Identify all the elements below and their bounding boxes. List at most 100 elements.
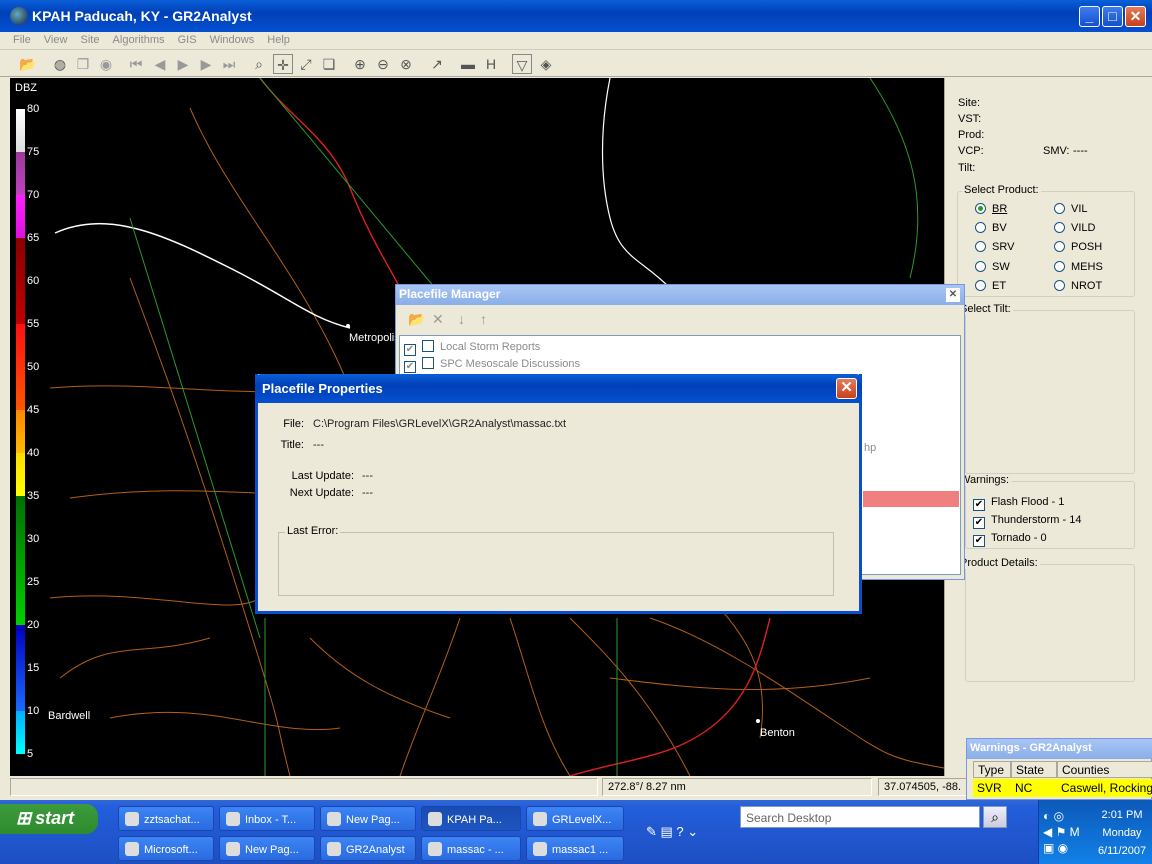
first-frame-icon[interactable]: ⏮ — [126, 54, 146, 74]
filter-icon[interactable]: ▽ — [512, 54, 532, 74]
select-product-group: Select Product: BR BV SRV SW ET VIL VILD… — [957, 184, 1135, 297]
move-up-icon[interactable]: ↑ — [480, 311, 487, 327]
dialog-title: Placefile Properties — [262, 381, 383, 396]
arrow-tool-icon[interactable]: ↗ — [427, 54, 447, 74]
placefile-row[interactable]: ✔ SPC Mesoscale Discussions — [404, 357, 580, 373]
height-icon[interactable]: H — [481, 54, 501, 74]
world-icon[interactable]: ◉ — [96, 54, 116, 74]
product-radio-srv[interactable]: SRV — [975, 241, 1014, 253]
taskbar-button[interactable]: Inbox - T... — [219, 806, 315, 831]
close-icon[interactable]: ✕ — [946, 288, 960, 302]
checkbox-icon[interactable]: ✔ — [973, 499, 985, 511]
copy-icon[interactable]: ❐ — [73, 54, 93, 74]
product-radio-br[interactable]: BR — [975, 203, 1007, 215]
dbz-tick: 35 — [27, 490, 40, 502]
product-radio-et[interactable]: ET — [975, 280, 1006, 292]
checkbox-icon[interactable]: ✔ — [973, 517, 985, 529]
tilt-label: Tilt: — [958, 162, 976, 174]
warning-state-cell[interactable]: NC — [1011, 779, 1057, 797]
dbz-tick: 25 — [27, 576, 40, 588]
table-icon[interactable]: ▬ — [458, 54, 478, 74]
zoom-out-icon[interactable]: ⊖ — [373, 54, 393, 74]
measure-icon[interactable]: ⤢ — [296, 54, 316, 74]
vcp-label: VCP: — [958, 145, 984, 157]
menu-file[interactable]: File — [8, 32, 36, 48]
diamond-icon[interactable]: ◈ — [536, 54, 556, 74]
system-tray: ◐ ◎ ◀ ⚑ M ▣ ◉ 2:01 PM Monday 6/11/2007 — [1038, 800, 1152, 864]
taskbar-button[interactable]: GRLevelX... — [526, 806, 624, 831]
layers-icon[interactable]: ❏ — [319, 54, 339, 74]
product-radio-posh[interactable]: POSH — [1054, 241, 1102, 253]
open-folder-icon[interactable]: 📂 — [408, 311, 425, 328]
prev-frame-icon[interactable]: ◀ — [150, 54, 170, 74]
info-panel: Site: VST: Prod: VCP: SMV: ---- Tilt: Se… — [944, 78, 1152, 776]
product-radio-vild[interactable]: VILD — [1054, 222, 1095, 234]
start-button[interactable]: ⊞ start — [0, 804, 98, 834]
move-down-icon[interactable]: ↓ — [458, 311, 465, 327]
product-radio-vil[interactable]: VIL — [1054, 203, 1088, 215]
placefile-row[interactable]: ✔ Local Storm Reports — [404, 340, 540, 356]
title-label: Title: — [280, 439, 304, 451]
product-radio-mehs[interactable]: MEHS — [1054, 261, 1103, 273]
menu-algorithms[interactable]: Algorithms — [108, 32, 170, 48]
vst-label: VST: — [958, 113, 982, 125]
column-header-counties[interactable]: Counties — [1057, 761, 1152, 778]
warning-counties-cell[interactable]: Caswell, Rocking — [1057, 779, 1152, 797]
menu-gis[interactable]: GIS — [173, 32, 202, 48]
taskbar-button[interactable]: Microsoft... — [118, 836, 214, 861]
taskbar-button[interactable]: GR2Analyst — [320, 836, 416, 861]
tray-icons[interactable]: ◐ ◎ ◀ ⚑ M ▣ ◉ — [1043, 808, 1091, 856]
minimize-button[interactable]: _ — [1079, 6, 1100, 27]
selected-placefile-row[interactable] — [863, 491, 959, 507]
last-frame-icon[interactable]: ⏭ — [219, 54, 239, 74]
globe-icon[interactable]: ◍ — [50, 54, 70, 74]
taskbar-button-active[interactable]: KPAH Pa... — [421, 806, 521, 831]
crosshair-icon[interactable]: ✛ — [273, 54, 293, 74]
warning-tornado[interactable]: ✔ Tornado - 0 — [973, 532, 1047, 547]
menu-windows[interactable]: Windows — [205, 32, 260, 48]
checkbox-icon[interactable] — [422, 340, 434, 352]
status-coordinates: 37.074505, -88. — [878, 778, 970, 796]
product-radio-bv[interactable]: BV — [975, 222, 1007, 234]
play-icon[interactable]: ▶ — [173, 54, 193, 74]
warnings-title: Warnings: — [958, 474, 1012, 486]
checkbox-icon[interactable]: ✔ — [404, 361, 416, 373]
placefile-properties-dialog: Placefile Properties ✕ File: C:\Program … — [255, 374, 862, 614]
product-radio-sw[interactable]: SW — [975, 261, 1010, 273]
warning-flash-flood[interactable]: ✔ Flash Flood - 1 — [973, 496, 1064, 511]
open-folder-icon[interactable]: 📂 — [18, 54, 38, 74]
zoom-in-icon[interactable]: ⊕ — [350, 54, 370, 74]
zoom-reset-icon[interactable]: ⊗ — [396, 54, 416, 74]
column-header-type[interactable]: Type — [973, 761, 1011, 778]
close-icon[interactable]: ✕ — [836, 378, 857, 399]
menu-help[interactable]: Help — [262, 32, 295, 48]
magnifier-icon[interactable]: ⌕ — [249, 54, 269, 74]
taskbar-button[interactable]: New Pag... — [219, 836, 315, 861]
taskbar-button[interactable]: zztsachat... — [118, 806, 214, 831]
warning-type-cell[interactable]: SVR — [973, 779, 1011, 797]
select-product-title: Select Product: — [962, 184, 1041, 196]
product-radio-nrot[interactable]: NROT — [1054, 280, 1102, 292]
checkbox-icon[interactable]: ✔ — [404, 344, 416, 356]
checkbox-icon[interactable]: ✔ — [973, 535, 985, 547]
next-frame-icon[interactable]: ▶ — [196, 54, 216, 74]
column-header-state[interactable]: State — [1011, 761, 1057, 778]
taskbar-button[interactable]: New Pag... — [320, 806, 416, 831]
dbz-tick: 80 — [27, 103, 40, 115]
status-azimuth-range: 272.8°/ 8.27 nm — [602, 778, 872, 796]
warning-thunderstorm[interactable]: ✔ Thunderstorm - 14 — [973, 514, 1081, 529]
map-label-bardwell: Bardwell — [48, 710, 91, 722]
dbz-tick: 30 — [27, 533, 40, 545]
quick-launch-icons[interactable]: ✎ ▤ ? ⌄ — [646, 824, 698, 840]
taskbar-button[interactable]: massac1 ... — [526, 836, 624, 861]
taskbar-button[interactable]: massac - ... — [421, 836, 521, 861]
delete-icon[interactable]: ✕ — [432, 311, 444, 328]
maximize-button[interactable]: □ — [1102, 6, 1123, 27]
close-button[interactable]: ✕ — [1125, 6, 1146, 27]
title-value: --- — [313, 439, 324, 451]
desktop-search-input[interactable]: Search Desktop — [740, 806, 980, 828]
menu-view[interactable]: View — [39, 32, 73, 48]
menu-site[interactable]: Site — [76, 32, 105, 48]
checkbox-icon[interactable] — [422, 357, 434, 369]
search-icon[interactable]: ⌕ — [983, 806, 1007, 828]
